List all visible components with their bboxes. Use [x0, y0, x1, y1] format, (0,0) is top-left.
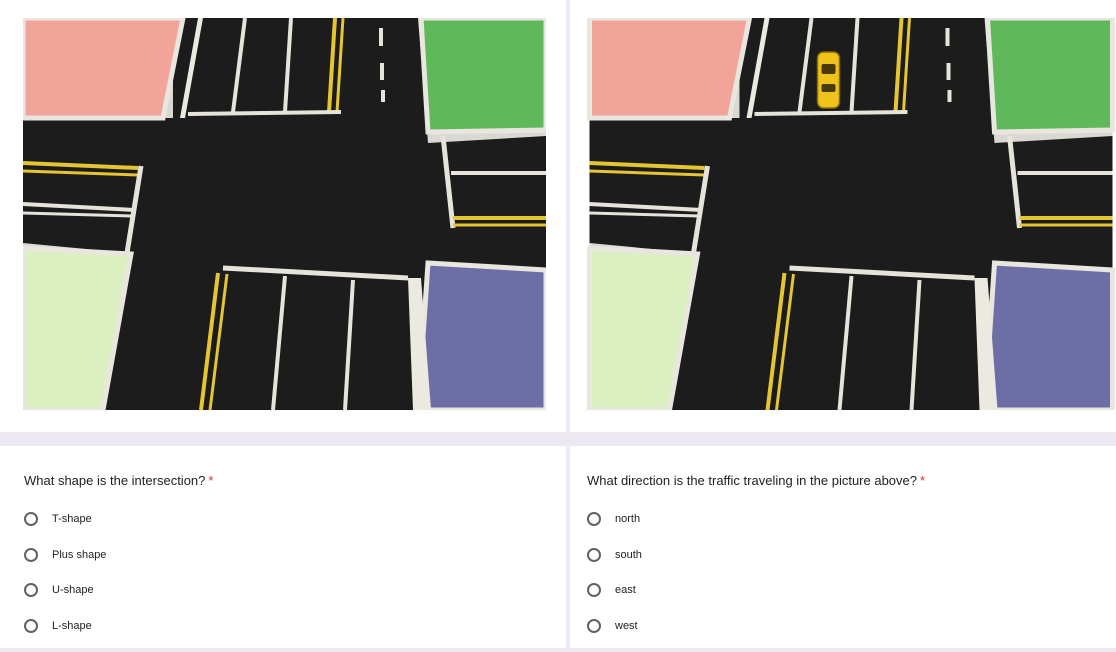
- option-label: north: [615, 513, 641, 525]
- question-title: What direction is the traffic traveling …: [587, 473, 926, 488]
- photo-card-right: [570, 0, 1116, 432]
- question-card-shape: What shape is the intersection? * T-shape…: [0, 446, 566, 648]
- option-label: T-shape: [52, 513, 92, 525]
- option-plus-shape[interactable]: Plus shape: [24, 546, 106, 564]
- radio-button-icon[interactable]: [587, 512, 601, 526]
- photo-card-left: [0, 0, 566, 432]
- option-label: west: [615, 619, 638, 632]
- option-label: east: [615, 584, 636, 596]
- option-label: Plus shape: [52, 548, 107, 561]
- radio-button-icon[interactable]: [587, 547, 601, 562]
- option-west[interactable]: west: [587, 617, 642, 635]
- question-title: What shape is the intersection? *: [24, 473, 214, 488]
- radio-button-icon[interactable]: [24, 583, 38, 597]
- intersection-photo-empty: [23, 18, 546, 410]
- option-label: L-shape: [52, 619, 92, 632]
- radio-button-icon[interactable]: [587, 583, 601, 597]
- intersection-photo-with-car: [587, 18, 1115, 410]
- radio-button-icon[interactable]: [24, 512, 38, 526]
- required-asterisk: *: [208, 473, 214, 488]
- radio-group-shape: T-shape Plus shape U-shape L-shape: [24, 510, 106, 652]
- required-asterisk: *: [920, 473, 926, 488]
- option-label: U-shape: [52, 584, 94, 596]
- toy-car: [816, 51, 841, 109]
- question-card-direction: What direction is the traffic traveling …: [570, 446, 1116, 648]
- option-east[interactable]: east: [587, 581, 642, 599]
- option-l-shape[interactable]: L-shape: [24, 617, 106, 635]
- option-label: south: [615, 548, 642, 561]
- option-north[interactable]: north: [587, 510, 642, 528]
- option-u-shape[interactable]: U-shape: [24, 581, 106, 599]
- radio-group-direction: north south east west: [587, 510, 642, 652]
- radio-button-icon[interactable]: [24, 618, 38, 633]
- option-south[interactable]: south: [587, 546, 642, 564]
- radio-button-icon[interactable]: [24, 547, 38, 562]
- option-t-shape[interactable]: T-shape: [24, 510, 106, 528]
- radio-button-icon[interactable]: [587, 618, 601, 633]
